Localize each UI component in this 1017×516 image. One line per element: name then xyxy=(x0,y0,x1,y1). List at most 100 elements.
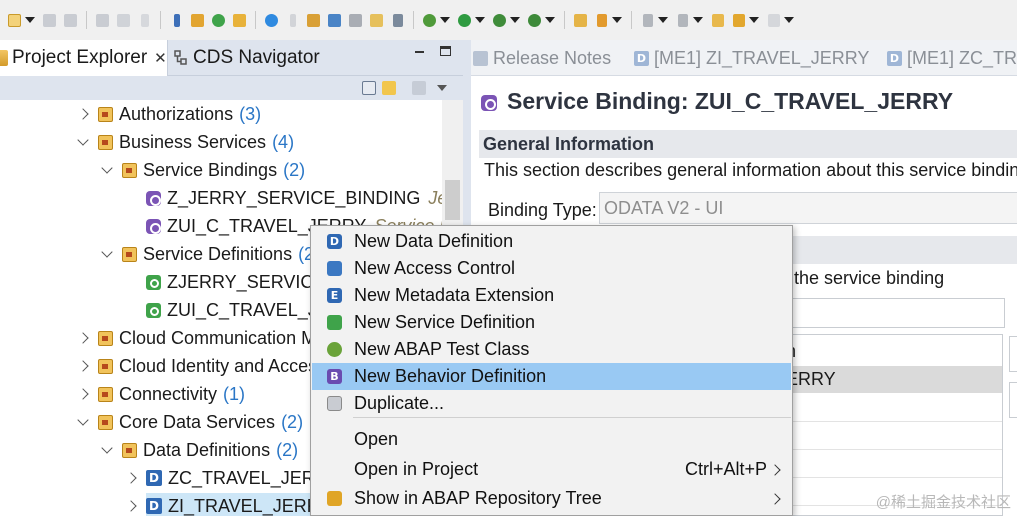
forward-icon[interactable] xyxy=(765,12,782,29)
expand-icon[interactable] xyxy=(76,100,90,128)
print-icon[interactable] xyxy=(347,12,364,29)
tab-zc-travel[interactable]: D [ME1] ZC_TRAVE xyxy=(887,40,1017,76)
open-abap-object-icon[interactable] xyxy=(189,12,206,29)
debug-icon[interactable] xyxy=(421,12,438,29)
tree-item-business-services[interactable]: Business Services (4) xyxy=(76,128,294,156)
next-annotation-dropdown-icon[interactable] xyxy=(658,12,666,29)
selected-tree-item[interactable]: D ZI_TRAVEL_JERRY xyxy=(146,493,336,516)
run-icon[interactable] xyxy=(456,12,473,29)
expand-icon[interactable] xyxy=(76,352,90,380)
tree-item-service-definitions[interactable]: Service Definitions (2) xyxy=(100,240,320,268)
open-system-icon[interactable] xyxy=(210,12,227,29)
tree-item-authorizations[interactable]: Authorizations (3) xyxy=(76,100,261,128)
menu-item-label: Duplicate... xyxy=(354,393,445,413)
tree-item-zi-travel-jerry[interactable]: D ZI_TRAVEL_JERRY xyxy=(124,492,336,516)
menu-item-new-data-definition[interactable]: D New Data Definition xyxy=(312,228,791,255)
tree-item-cloud-identity[interactable]: Cloud Identity and Acces xyxy=(76,352,317,380)
remove-service-button[interactable] xyxy=(1009,382,1017,418)
compare-icon[interactable] xyxy=(389,12,406,29)
service-binding-icon xyxy=(481,94,497,111)
new-dropdown-icon[interactable] xyxy=(25,12,33,29)
expand-icon[interactable] xyxy=(124,492,138,516)
tab-zi-travel-jerry[interactable]: D [ME1] ZI_TRAVEL_JERRY xyxy=(634,40,869,76)
tree-item-count: (2) xyxy=(276,439,299,460)
back-icon[interactable] xyxy=(730,12,747,29)
external-tools-icon[interactable] xyxy=(526,12,543,29)
pilcrow-icon[interactable] xyxy=(136,12,153,29)
last-edit-icon[interactable] xyxy=(709,12,726,29)
service-binding-icon xyxy=(146,218,161,234)
menu-item-show-in-repository-tree[interactable]: Show in ABAP Repository Tree xyxy=(312,485,791,512)
forward-dropdown-icon[interactable] xyxy=(784,12,792,29)
tree-item-zc-travel-jerry[interactable]: D ZC_TRAVEL_JERRY xyxy=(124,464,339,492)
check-icon[interactable] xyxy=(263,12,280,29)
pin-icon[interactable] xyxy=(593,12,610,29)
menu-item-new-access-control[interactable]: New Access Control xyxy=(312,255,791,282)
add-service-button[interactable] xyxy=(1009,336,1017,372)
pin-dropdown-icon[interactable] xyxy=(612,12,620,29)
prev-annotation-dropdown-icon[interactable] xyxy=(693,12,701,29)
menu-item-new-abap-test-class[interactable]: New ABAP Test Class xyxy=(312,336,791,363)
next-annotation-icon[interactable] xyxy=(639,12,656,29)
collapse-icon[interactable] xyxy=(100,436,114,464)
tab-release-notes[interactable]: Release Notes xyxy=(473,40,611,76)
section-general-information[interactable]: General Information xyxy=(479,130,1017,158)
tree-item-zjerry-service[interactable]: ZJERRY_SERVICE xyxy=(146,268,325,296)
binding-type-field: ODATA V2 - UI xyxy=(599,192,1017,224)
menu-item-new-metadata-extension[interactable]: E New Metadata Extension xyxy=(312,282,791,309)
edit-icon[interactable] xyxy=(231,12,248,29)
save-icon[interactable] xyxy=(41,12,58,29)
debug-dropdown-icon[interactable] xyxy=(440,12,448,29)
where-used-icon[interactable] xyxy=(326,12,343,29)
tab-project-explorer[interactable]: Project Explorer ✕ xyxy=(0,40,168,76)
menu-item-open[interactable]: Open xyxy=(312,426,791,453)
properties-icon[interactable] xyxy=(94,12,111,29)
tree-item-core-data-services[interactable]: Core Data Services (2) xyxy=(76,408,303,436)
table-row[interactable]: ERRY xyxy=(782,366,1002,393)
collapse-all-icon[interactable] xyxy=(362,81,376,95)
binding-type-label: Binding Type: xyxy=(488,200,597,220)
collapse-icon[interactable] xyxy=(76,408,90,436)
coverage-icon[interactable] xyxy=(491,12,508,29)
expand-icon[interactable] xyxy=(76,324,90,352)
menu-item-duplicate[interactable]: Duplicate... xyxy=(312,390,791,417)
tree-item-cloud-communication[interactable]: Cloud Communication M xyxy=(76,324,316,352)
activate-all-icon[interactable] xyxy=(305,12,322,29)
search-file-icon[interactable] xyxy=(368,12,385,29)
prev-annotation-icon[interactable] xyxy=(674,12,691,29)
properties-2-icon[interactable] xyxy=(115,12,132,29)
external-tools-dropdown-icon[interactable] xyxy=(545,12,553,29)
tree-item-connectivity[interactable]: Connectivity (1) xyxy=(76,380,245,408)
activate-icon[interactable] xyxy=(284,12,301,29)
services-filter-input[interactable] xyxy=(781,298,1005,328)
tree-item-count: (2) xyxy=(283,159,306,180)
tree-item-service-bindings[interactable]: Service Bindings (2) xyxy=(100,156,305,184)
run-dropdown-icon[interactable] xyxy=(475,12,483,29)
link-with-editor-icon[interactable] xyxy=(382,81,396,95)
minimize-icon[interactable] xyxy=(412,46,426,60)
close-icon[interactable]: ✕ xyxy=(154,49,167,67)
collapse-icon[interactable] xyxy=(100,156,114,184)
collapse-icon[interactable] xyxy=(100,240,114,268)
tab-cds-navigator[interactable]: CDS Navigator xyxy=(172,40,320,76)
expand-icon[interactable] xyxy=(76,380,90,408)
view-menu-icon[interactable] xyxy=(436,81,448,95)
save-all-icon[interactable] xyxy=(62,12,79,29)
menu-item-new-behavior-definition[interactable]: B New Behavior Definition xyxy=(312,363,791,390)
tree-item-data-definitions[interactable]: Data Definitions (2) xyxy=(100,436,298,464)
maximize-icon[interactable] xyxy=(440,46,451,56)
open-folder-icon[interactable] xyxy=(572,12,589,29)
folder-icon xyxy=(98,134,113,150)
collapse-icon[interactable] xyxy=(76,128,90,156)
back-dropdown-icon[interactable] xyxy=(749,12,757,29)
menu-item-new-service-definition[interactable]: New Service Definition xyxy=(312,309,791,336)
folder-icon xyxy=(98,330,113,346)
filter-icon[interactable] xyxy=(412,81,426,95)
expand-icon[interactable] xyxy=(124,464,138,492)
scrollbar-thumb[interactable] xyxy=(445,180,460,220)
new-icon[interactable] xyxy=(6,12,23,29)
tree-item-z-jerry-service-binding[interactable]: Z_JERRY_SERVICE_BINDING Jerry' xyxy=(146,184,463,212)
link-icon[interactable] xyxy=(168,12,185,29)
coverage-dropdown-icon[interactable] xyxy=(510,12,518,29)
menu-item-open-in-project[interactable]: Open in Project Ctrl+Alt+P xyxy=(312,456,791,483)
